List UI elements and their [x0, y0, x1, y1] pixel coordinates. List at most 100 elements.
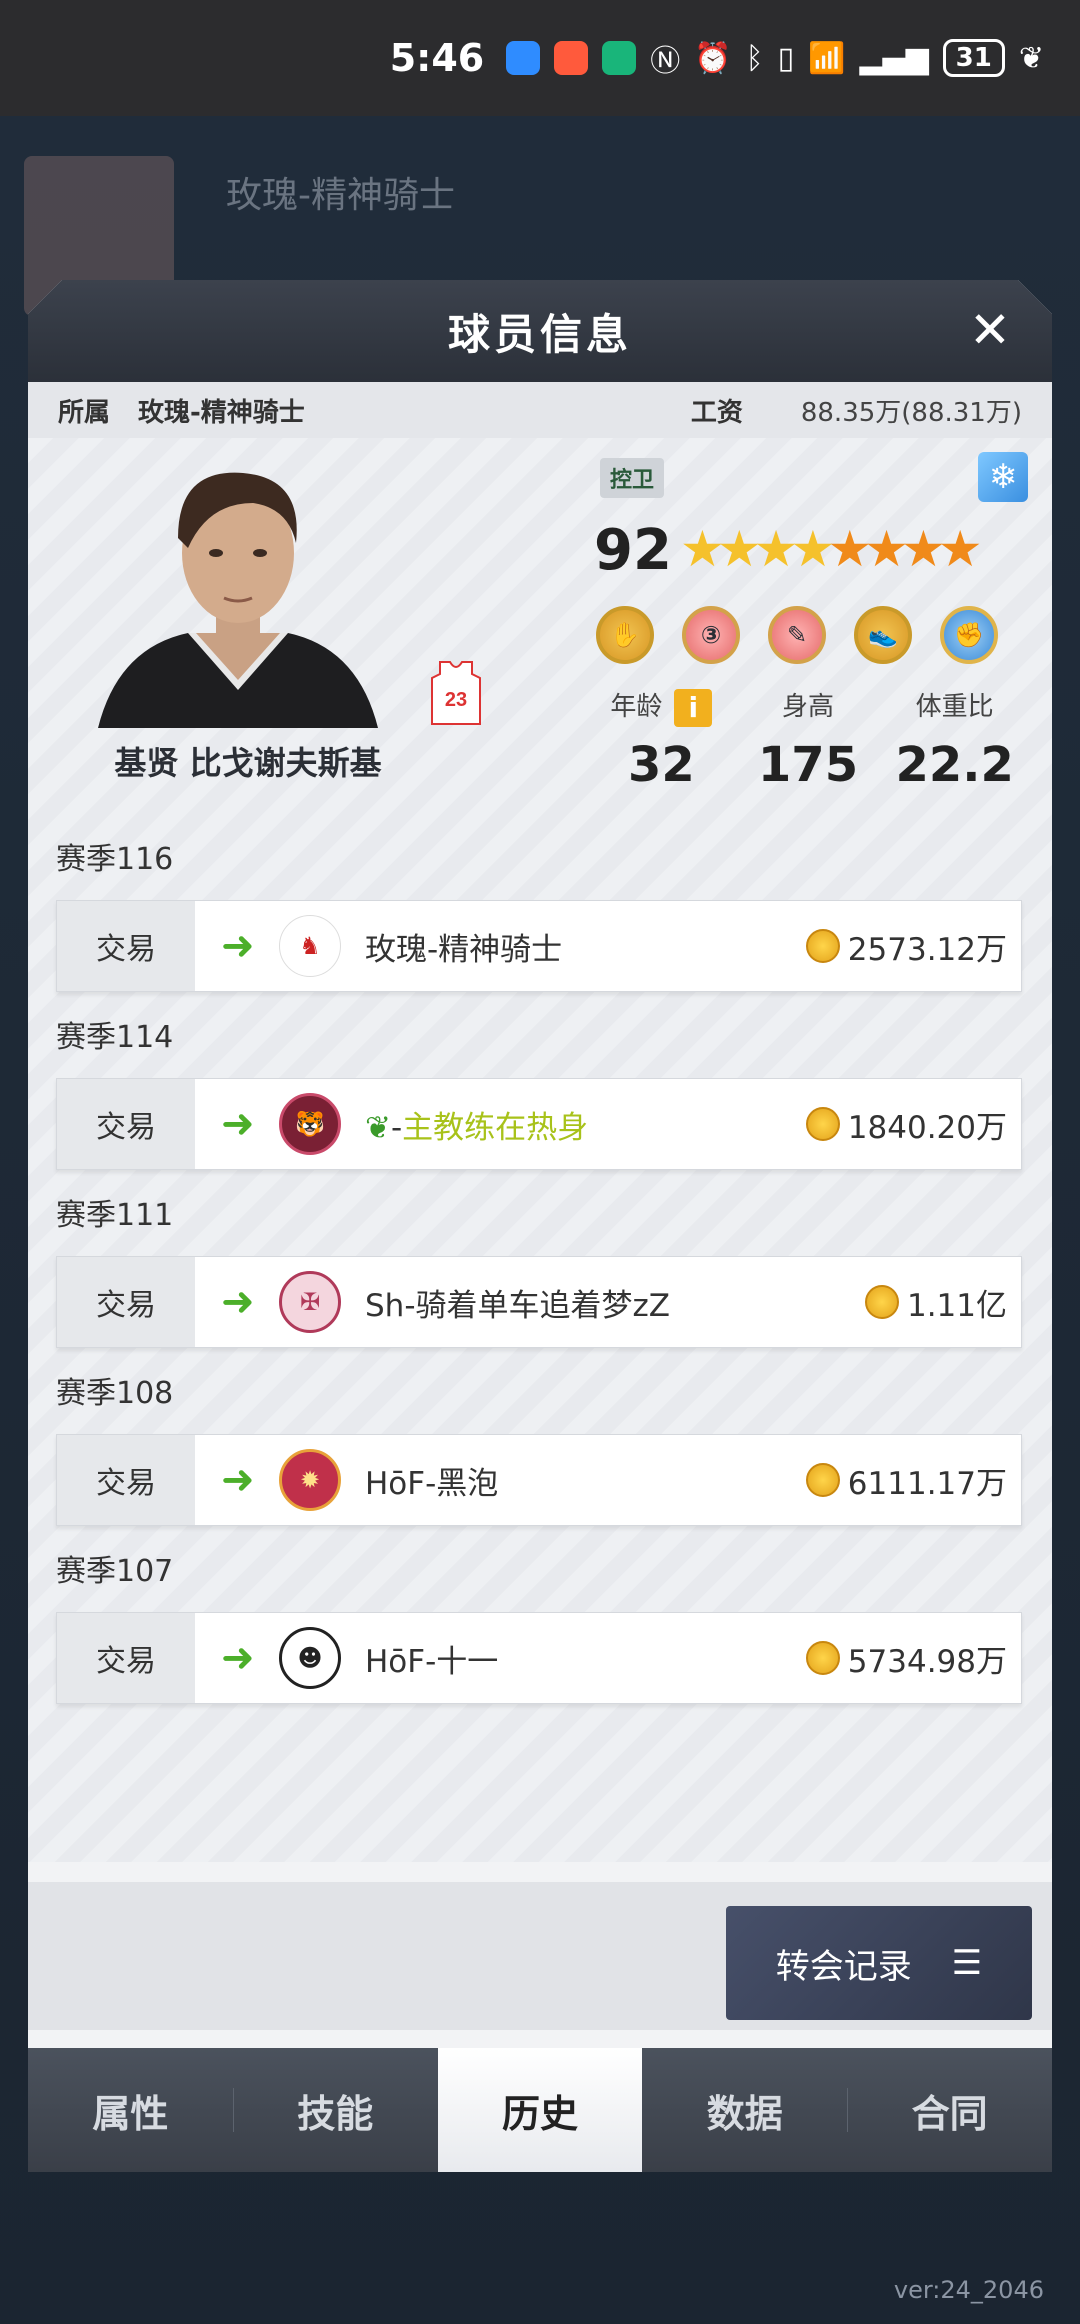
- arrow-right-icon: ➜: [221, 1457, 255, 1503]
- transfer-type: 交易: [57, 1435, 195, 1525]
- height-value: 175: [757, 736, 859, 793]
- player-attributes: 年龄 i 身高 体重比 32 175 22.2: [588, 686, 1028, 793]
- team-value: 玫瑰-精神骑士: [138, 397, 305, 428]
- transfer-row[interactable]: 交易 ➜ ♞ 玫瑰-精神骑士 2573.12万: [56, 900, 1022, 992]
- wifi-icon: 📶: [808, 40, 846, 76]
- three-point-skill-icon[interactable]: ③: [682, 606, 740, 664]
- transfer-log-label: 转会记录: [775, 1946, 912, 1987]
- snowflake-icon[interactable]: ❄: [978, 452, 1028, 502]
- arrow-right-icon: ➜: [221, 1279, 255, 1325]
- modal-header: 球员信息 ✕: [28, 280, 1052, 382]
- transfer-type: 交易: [57, 1079, 195, 1169]
- vibrate-icon: ▯: [777, 40, 795, 76]
- tab-data[interactable]: 数据: [642, 2048, 847, 2172]
- skill-badge-icon[interactable]: ✊: [940, 606, 998, 664]
- battery-indicator: 31: [942, 39, 1005, 77]
- shopping-app-icon: [554, 41, 589, 75]
- leaf-icon: ❦: [1018, 40, 1044, 76]
- player-rating: 92: [594, 518, 672, 583]
- nfc-icon: Ⓝ: [650, 44, 681, 79]
- player-photo: [98, 472, 378, 728]
- team-name: Sh-骑着单车追着梦zZ: [365, 1287, 671, 1324]
- coin-icon: [805, 1641, 840, 1675]
- background-title: 玫瑰-精神骑士: [226, 175, 455, 216]
- status-time: 5:46: [389, 36, 485, 80]
- team-label: 所属: [58, 397, 111, 428]
- transfer-row[interactable]: 交易 ➜ ✠ Sh-骑着单车追着梦zZ 1.11亿: [56, 1256, 1022, 1348]
- transfer-price: 1840.20万: [847, 1109, 1007, 1146]
- chat-app-icon: [506, 41, 541, 75]
- coin-icon: [805, 1463, 840, 1497]
- close-button[interactable]: ✕: [962, 302, 1018, 358]
- transfer-price: 5734.98万: [847, 1643, 1007, 1680]
- star-rating: ★ ★ ★ ★ ★ ★ ★ ★: [680, 524, 983, 574]
- lettuce-icon: ❦: [365, 1109, 391, 1146]
- tab-skills[interactable]: 技能: [232, 2048, 438, 2172]
- skill-badge-icon[interactable]: ✋: [596, 606, 654, 664]
- skill-badge-icon[interactable]: ✎: [768, 606, 826, 664]
- team-name-prefix: -: [390, 1109, 403, 1146]
- transfer-log-button[interactable]: 转会记录 ☰: [726, 1906, 1032, 2020]
- close-icon: ✕: [969, 301, 1011, 359]
- tab-contract[interactable]: 合同: [847, 2048, 1052, 2172]
- position-badge: 控卫: [600, 458, 665, 498]
- transfer-price: 2573.12万: [847, 931, 1007, 968]
- tab-bar: 属性 技能 历史 数据 合同: [28, 2048, 1052, 2172]
- version-label: ver:24_2046: [893, 2276, 1044, 2304]
- player-info-modal: 球员信息 ✕ 所属 玫瑰-精神骑士 工资 88.35万(88.31万) 23 基…: [28, 280, 1052, 2172]
- season-label: 赛季108: [56, 1376, 174, 1411]
- season-label: 赛季107: [56, 1554, 174, 1589]
- bluetooth-icon: ᛒ: [745, 40, 764, 76]
- coin-icon: [805, 929, 840, 963]
- status-bar: 5:46 Ⓝ ⏰ ᛒ ▯ 📶 ▂▄▆ 31 ❦: [0, 0, 1080, 116]
- arrow-right-icon: ➜: [221, 923, 255, 969]
- bmi-value: 22.2: [895, 736, 1014, 793]
- age-value: 32: [627, 736, 695, 793]
- history-entry: 赛季116 交易 ➜ ♞ 玫瑰-精神骑士 2573.12万: [56, 834, 1022, 992]
- transfer-row[interactable]: 交易 ➜ 🐯 ❦-主教练在热身 1840.20万: [56, 1078, 1022, 1170]
- info-bar: 所属 玫瑰-精神骑士 工资 88.35万(88.31万): [28, 382, 1052, 438]
- team-logo-icon: ✹: [279, 1449, 341, 1511]
- salary-label: 工资: [690, 397, 743, 428]
- signal-icon: ▂▄▆: [859, 40, 929, 76]
- info-icon[interactable]: i: [674, 688, 713, 727]
- team-logo-icon: 🐯: [279, 1093, 341, 1155]
- history-entry: 赛季107 交易 ➜ ☻ HōF-十一 5734.98万: [56, 1546, 1022, 1704]
- season-label: 赛季116: [56, 842, 174, 877]
- alarm-icon: ⏰: [694, 40, 732, 76]
- team-logo-icon: ☻: [279, 1627, 341, 1689]
- history-entry: 赛季111 交易 ➜ ✠ Sh-骑着单车追着梦zZ 1.11亿: [56, 1190, 1022, 1348]
- transfer-type: 交易: [57, 901, 195, 991]
- history-entry: 赛季114 交易 ➜ 🐯 ❦-主教练在热身 1840.20万: [56, 1012, 1022, 1170]
- team-name: HōF-黑泡: [365, 1465, 499, 1502]
- menu-icon: ☰: [951, 1943, 983, 1983]
- salary-value: 88.35万(88.31万): [800, 397, 1022, 428]
- season-label: 赛季114: [56, 1020, 174, 1055]
- transfer-row[interactable]: 交易 ➜ ☻ HōF-十一 5734.98万: [56, 1612, 1022, 1704]
- skill-badge-icon[interactable]: 👟: [854, 606, 912, 664]
- age-label: 年龄: [610, 692, 663, 722]
- season-label: 赛季111: [56, 1198, 174, 1233]
- tab-history[interactable]: 历史: [437, 2048, 643, 2172]
- star-icon: ★: [937, 520, 983, 578]
- skill-badges: ✋ ③ ✎ 👟 ✊: [596, 606, 998, 664]
- transfer-type: 交易: [57, 1257, 195, 1347]
- team-logo-icon: ✠: [279, 1271, 341, 1333]
- transfer-type: 交易: [57, 1613, 195, 1703]
- arrow-right-icon: ➜: [221, 1101, 255, 1147]
- bmi-label: 体重比: [915, 692, 994, 722]
- history-content: 23 基贤 比戈谢夫斯基 控卫 ❄ 92 ★ ★ ★ ★ ★ ★ ★ ★ ✋ ③…: [28, 438, 1052, 1862]
- jersey-icon: 23: [431, 661, 481, 725]
- transfer-history: 赛季116 交易 ➜ ♞ 玫瑰-精神骑士 2573.12万 赛季114 交易 ➜…: [56, 834, 1022, 1724]
- player-name: 基贤 比戈谢夫斯基: [114, 744, 382, 782]
- height-label: 身高: [782, 692, 835, 722]
- coin-icon: [805, 1107, 840, 1141]
- tab-attributes[interactable]: 属性: [28, 2048, 233, 2172]
- jersey-number: 23: [445, 689, 467, 711]
- team-name: 玫瑰-精神骑士: [365, 931, 563, 968]
- security-app-icon: [602, 41, 637, 75]
- team-logo-icon: ♞: [279, 915, 341, 977]
- transfer-row[interactable]: 交易 ➜ ✹ HōF-黑泡 6111.17万: [56, 1434, 1022, 1526]
- modal-footer: 转会记录 ☰: [28, 1882, 1052, 2030]
- arrow-right-icon: ➜: [221, 1635, 255, 1681]
